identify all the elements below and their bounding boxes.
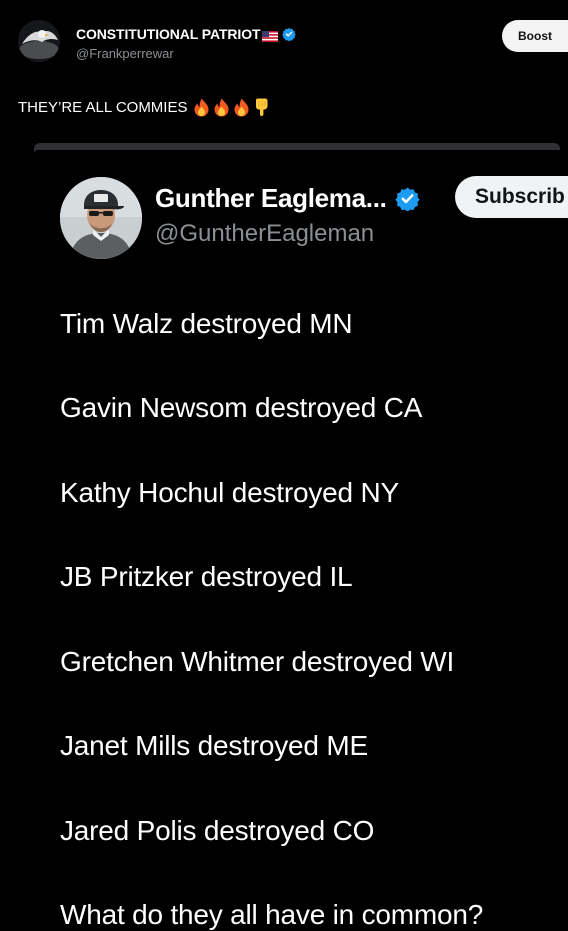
tweet-line: Gavin Newsom destroyed CA: [60, 392, 423, 423]
verified-badge-icon: [282, 27, 297, 42]
post-text-content: THEY’RE ALL COMMIES: [18, 99, 188, 116]
embedded-post-body: Gunther Eaglema... @GuntherEagleman Subs…: [34, 150, 568, 931]
pointing-down-icon: [253, 98, 270, 117]
verified-badge-icon: [394, 186, 420, 212]
tweet-line: Tim Walz destroyed MN: [60, 308, 353, 339]
embedded-author-avatar[interactable]: [60, 177, 142, 259]
post-header: CONSTITUTIONAL PATRIOT @Frankperrewar Bo…: [18, 18, 568, 64]
author-name-row: CONSTITUTIONAL PATRIOT: [76, 26, 297, 42]
us-flag-icon: [262, 29, 279, 42]
tweet-line: Jared Polis destroyed CO: [60, 815, 375, 846]
tweet-line: Gretchen Whitmer destroyed WI: [60, 646, 455, 677]
author-handle[interactable]: @Frankperrewar: [76, 46, 174, 61]
page: CONSTITUTIONAL PATRIOT @Frankperrewar Bo…: [0, 0, 568, 931]
embedded-author-handle[interactable]: @GuntherEagleman: [155, 220, 374, 248]
tweet-line: Kathy Hochul destroyed NY: [60, 477, 399, 508]
tweet-line: JB Pritzker destroyed IL: [60, 561, 353, 592]
embedded-post[interactable]: Gunther Eaglema... @GuntherEagleman Subs…: [34, 143, 568, 931]
fire-icon: [233, 98, 250, 117]
author-name[interactable]: CONSTITUTIONAL PATRIOT: [76, 26, 261, 42]
post-text: THEY’RE ALL COMMIES: [18, 98, 270, 117]
tweet-line: Janet Mills destroyed ME: [60, 730, 368, 761]
embedded-author-name-row: Gunther Eaglema...: [155, 183, 420, 214]
fire-icon: [193, 98, 210, 117]
fire-icon: [213, 98, 230, 117]
embedded-author-name[interactable]: Gunther Eaglema...: [155, 183, 387, 214]
boost-button[interactable]: Boost: [502, 20, 568, 52]
tweet-line: What do they all have in common?: [60, 899, 484, 930]
eagle-avatar-icon[interactable]: [18, 20, 60, 62]
subscribe-button[interactable]: Subscrib: [455, 176, 568, 218]
emoji-row: [193, 98, 270, 117]
